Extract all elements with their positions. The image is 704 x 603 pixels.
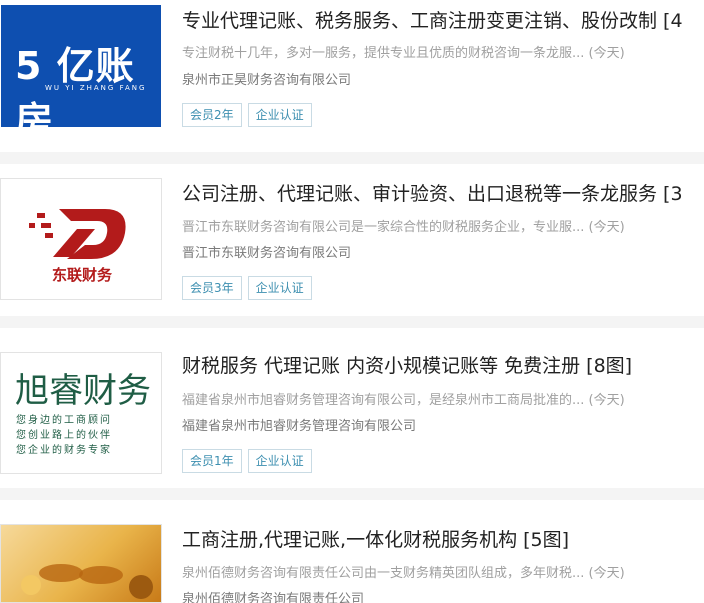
company-logo: 5 亿账房 WU YI ZHANG FANG (1, 5, 161, 127)
listing-card[interactable]: 工商注册,代理记账,一体化财税服务机构 [5图] 泉州佰德财务咨询有限责任公司由… (0, 500, 704, 603)
listing-thumbnail[interactable]: 5 亿账房 WU YI ZHANG FANG (0, 5, 162, 127)
company-name[interactable]: 泉州市正昊财务咨询有限公司 (182, 72, 351, 90)
listing-title[interactable]: 工商注册,代理记账,一体化财税服务机构 [5图] (182, 528, 569, 552)
company-name[interactable]: 晋江市东联财务咨询有限公司 (182, 245, 351, 263)
tag-group: 会员1年 企业认证 (182, 449, 312, 473)
enterprise-verified-badge: 企业认证 (247, 449, 312, 473)
listing-description: 福建省泉州市旭睿财务管理咨询有限公司，是经泉州市工商局批准的... (今天) (182, 393, 625, 408)
donglian-logo-icon (29, 209, 126, 259)
listing-title[interactable]: 财税服务 代理记账 内资小规模记账等 免费注册 [8图] (182, 354, 632, 378)
company-name[interactable]: 福建省泉州市旭睿财务管理咨询有限公司 (182, 418, 416, 436)
tag-group: 会员3年 企业认证 (182, 276, 312, 300)
listing-description: 泉州佰德财务咨询有限责任公司由一支财务精英团队组成，多年财税... (今天) (182, 566, 625, 581)
listing-card[interactable]: 东联财务 公司注册、代理记账、审计验资、出口退税等一条龙服务 [3 晋江市东联财… (0, 164, 704, 316)
logo-slogan: 您创业路上的伙伴 (16, 430, 112, 441)
logo-text: 5 亿账房 (15, 44, 135, 127)
listing-description: 专注财税十几年，多对一服务，提供专业且优质的财税咨询一条龙服... (今天) (182, 46, 625, 61)
banner-image (21, 564, 153, 599)
listing-thumbnail[interactable] (0, 524, 162, 603)
logo-text: 旭睿财务 (15, 371, 151, 411)
listing-feed: 5 亿账房 WU YI ZHANG FANG 专业代理记账、税务服务、工商注册变… (0, 0, 704, 603)
listing-thumbnail[interactable]: 东联财务 (0, 178, 162, 300)
enterprise-verified-badge: 企业认证 (247, 103, 312, 127)
listing-title[interactable]: 公司注册、代理记账、审计验资、出口退税等一条龙服务 [3 (182, 182, 683, 206)
logo-subtext: WU YI ZHANG FANG (45, 84, 147, 92)
listing-description: 晋江市东联财务咨询有限公司是一家综合性的财税服务企业，专业服... (今天) (182, 220, 625, 235)
tag-group: 会员2年 企业认证 (182, 103, 312, 127)
company-name[interactable]: 泉州佰德财务咨询有限责任公司 (182, 591, 364, 603)
listing-card[interactable]: 旭睿财务 您身边的工商顾问 您创业路上的伙伴 您企业的财务专家 财税服务 代理记… (0, 328, 704, 488)
member-years-badge: 会员3年 (182, 276, 242, 300)
logo-slogan: 您企业的财务专家 (16, 445, 112, 456)
member-years-badge: 会员2年 (182, 103, 242, 127)
listing-thumbnail[interactable]: 旭睿财务 您身边的工商顾问 您创业路上的伙伴 您企业的财务专家 (0, 352, 162, 474)
logo-slogan: 您身边的工商顾问 (16, 415, 112, 426)
enterprise-verified-badge: 企业认证 (247, 276, 312, 300)
listing-card[interactable]: 5 亿账房 WU YI ZHANG FANG 专业代理记账、税务服务、工商注册变… (0, 0, 704, 152)
listing-title[interactable]: 专业代理记账、税务服务、工商注册变更注销、股份改制 [4 (182, 9, 683, 33)
member-years-badge: 会员1年 (182, 449, 242, 473)
logo-text: 东联财务 (51, 266, 112, 284)
